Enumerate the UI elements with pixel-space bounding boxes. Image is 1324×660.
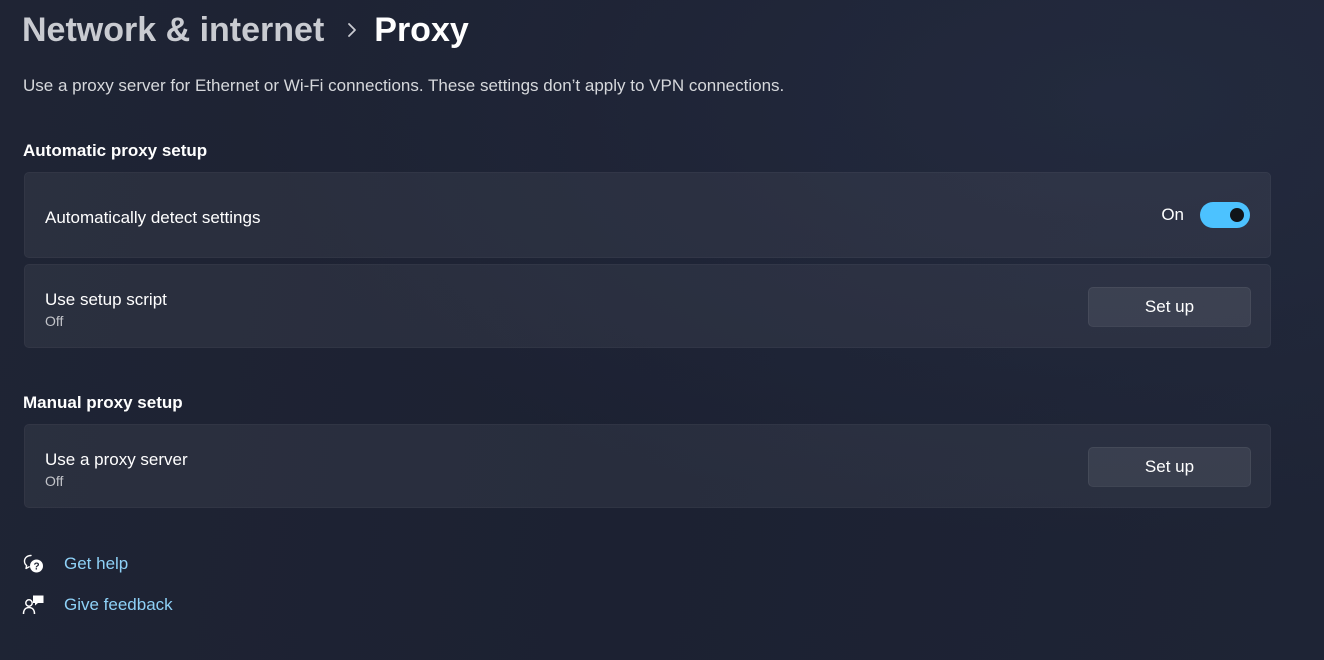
chevron-right-icon bbox=[346, 8, 358, 52]
use-proxy-server-status: Off bbox=[45, 473, 64, 489]
svg-text:?: ? bbox=[33, 562, 39, 573]
section-header-automatic: Automatic proxy setup bbox=[23, 141, 208, 160]
get-help-label: Get help bbox=[64, 554, 129, 573]
use-setup-script-label: Use setup script bbox=[45, 290, 167, 309]
feedback-icon bbox=[22, 593, 46, 617]
toggle-knob bbox=[1230, 208, 1244, 222]
page-description: Use a proxy server for Ethernet or Wi-Fi… bbox=[23, 76, 785, 95]
toggle-state-label: On bbox=[1161, 205, 1184, 224]
proxy-server-set-up-button[interactable]: Set up bbox=[1088, 447, 1251, 487]
use-proxy-server-card: Use a proxy server Off Set up bbox=[24, 424, 1271, 508]
get-help-link[interactable]: ? Get help bbox=[22, 552, 128, 576]
page-title: Proxy bbox=[374, 10, 469, 49]
give-feedback-link[interactable]: Give feedback bbox=[22, 593, 173, 617]
proxy-settings-page: Network & internet Proxy Use a proxy ser… bbox=[0, 0, 1324, 660]
automatically-detect-settings-label: Automatically detect settings bbox=[45, 208, 261, 227]
automatically-detect-toggle[interactable] bbox=[1200, 202, 1250, 228]
use-setup-script-status: Off bbox=[45, 313, 64, 329]
use-proxy-server-label: Use a proxy server bbox=[45, 450, 188, 469]
help-chat-icon: ? bbox=[22, 552, 46, 576]
automatically-detect-toggle-group: On bbox=[1161, 202, 1250, 228]
give-feedback-label: Give feedback bbox=[64, 595, 173, 614]
use-setup-script-card: Use setup script Off Set up bbox=[24, 264, 1271, 348]
breadcrumb: Network & internet Proxy bbox=[22, 8, 469, 52]
automatically-detect-settings-card[interactable]: Automatically detect settings On bbox=[24, 172, 1271, 258]
setup-script-set-up-button[interactable]: Set up bbox=[1088, 287, 1251, 327]
breadcrumb-parent-network-internet[interactable]: Network & internet bbox=[22, 11, 324, 50]
section-header-manual: Manual proxy setup bbox=[23, 393, 183, 412]
